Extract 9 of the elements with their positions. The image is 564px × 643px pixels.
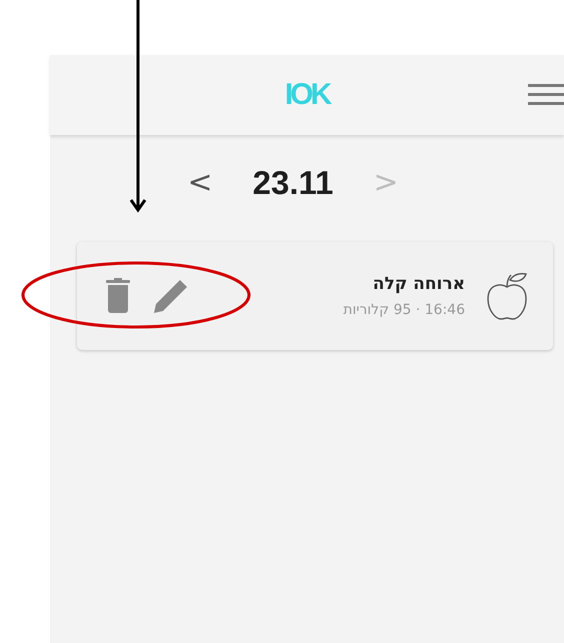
trash-icon[interactable]: [106, 278, 130, 314]
app-logo: IOK: [284, 78, 330, 112]
meal-title: ארוחה קלה: [372, 274, 465, 294]
date-label: 23.11: [252, 164, 334, 202]
apple-icon: [485, 271, 529, 321]
previous-day-button[interactable]: <: [187, 165, 213, 200]
meal-details: 16:46 · 95 קלוריות: [343, 302, 465, 318]
pencil-icon[interactable]: [152, 277, 190, 315]
menu-icon[interactable]: [528, 83, 564, 107]
